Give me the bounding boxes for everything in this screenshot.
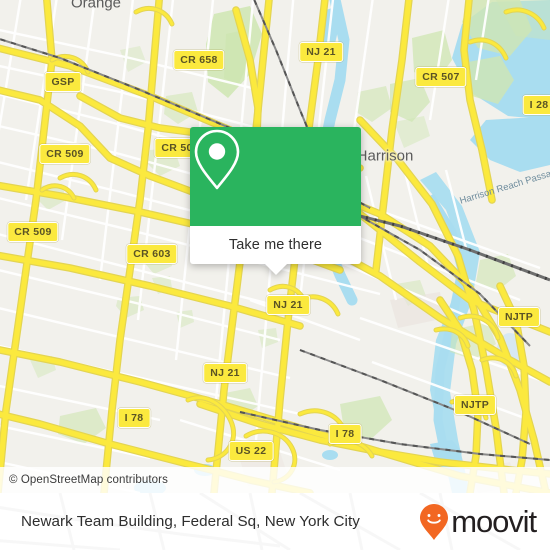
footer-bar: Newark Team Building, Federal Sq, New Yo… <box>0 493 550 550</box>
take-me-there-label: Take me there <box>228 237 323 253</box>
osm-attribution-text[interactable]: © OpenStreetMap contributors <box>0 474 168 486</box>
location-popup-card[interactable]: Take me there <box>190 127 361 275</box>
route-shield-cr-509-b[interactable]: CR 509 <box>7 222 59 242</box>
route-shield-cr-603[interactable]: CR 603 <box>126 244 178 264</box>
popup-icon-area <box>190 127 361 226</box>
route-shield-nj-21-a[interactable]: NJ 21 <box>299 42 343 62</box>
route-shield-us-22[interactable]: US 22 <box>228 441 274 461</box>
page-title: Newark Team Building, Federal Sq, New Yo… <box>21 513 360 530</box>
route-shield-njtp-b[interactable]: NJTP <box>453 395 497 415</box>
map-canvas[interactable]: Orange Harrison Harrison Reach Passaic C… <box>0 0 550 493</box>
route-shield-i-78-b[interactable]: I 78 <box>328 424 362 444</box>
take-me-there-button[interactable]: Take me there <box>190 226 361 264</box>
moovit-brand-logo[interactable]: moovit <box>419 503 537 541</box>
place-label-orange: Orange <box>70 0 122 12</box>
route-shield-i-78-a[interactable]: I 78 <box>117 408 151 428</box>
route-shield-cr-507[interactable]: CR 507 <box>415 67 467 87</box>
moovit-smile-pin-icon <box>420 503 449 540</box>
route-shield-i-280[interactable]: I 28 <box>522 95 550 115</box>
moovit-map-screenshot: Orange Harrison Harrison Reach Passaic C… <box>0 0 550 550</box>
popup-pointer <box>264 264 287 275</box>
route-shield-nj-21-c[interactable]: NJ 21 <box>203 363 247 383</box>
map-pin-icon <box>194 129 240 190</box>
route-shield-njtp-a[interactable]: NJTP <box>497 307 541 327</box>
map-attribution-bar: © OpenStreetMap contributors <box>0 467 550 493</box>
moovit-wordmark: moovit <box>451 504 537 539</box>
place-label-harrison: Harrison <box>356 147 414 165</box>
route-shield-cr-658[interactable]: CR 658 <box>173 50 225 70</box>
route-shield-cr-509-a[interactable]: CR 509 <box>39 144 91 164</box>
route-shield-nj-21-b[interactable]: NJ 21 <box>266 295 310 315</box>
route-shield-gsp[interactable]: GSP <box>44 72 82 92</box>
